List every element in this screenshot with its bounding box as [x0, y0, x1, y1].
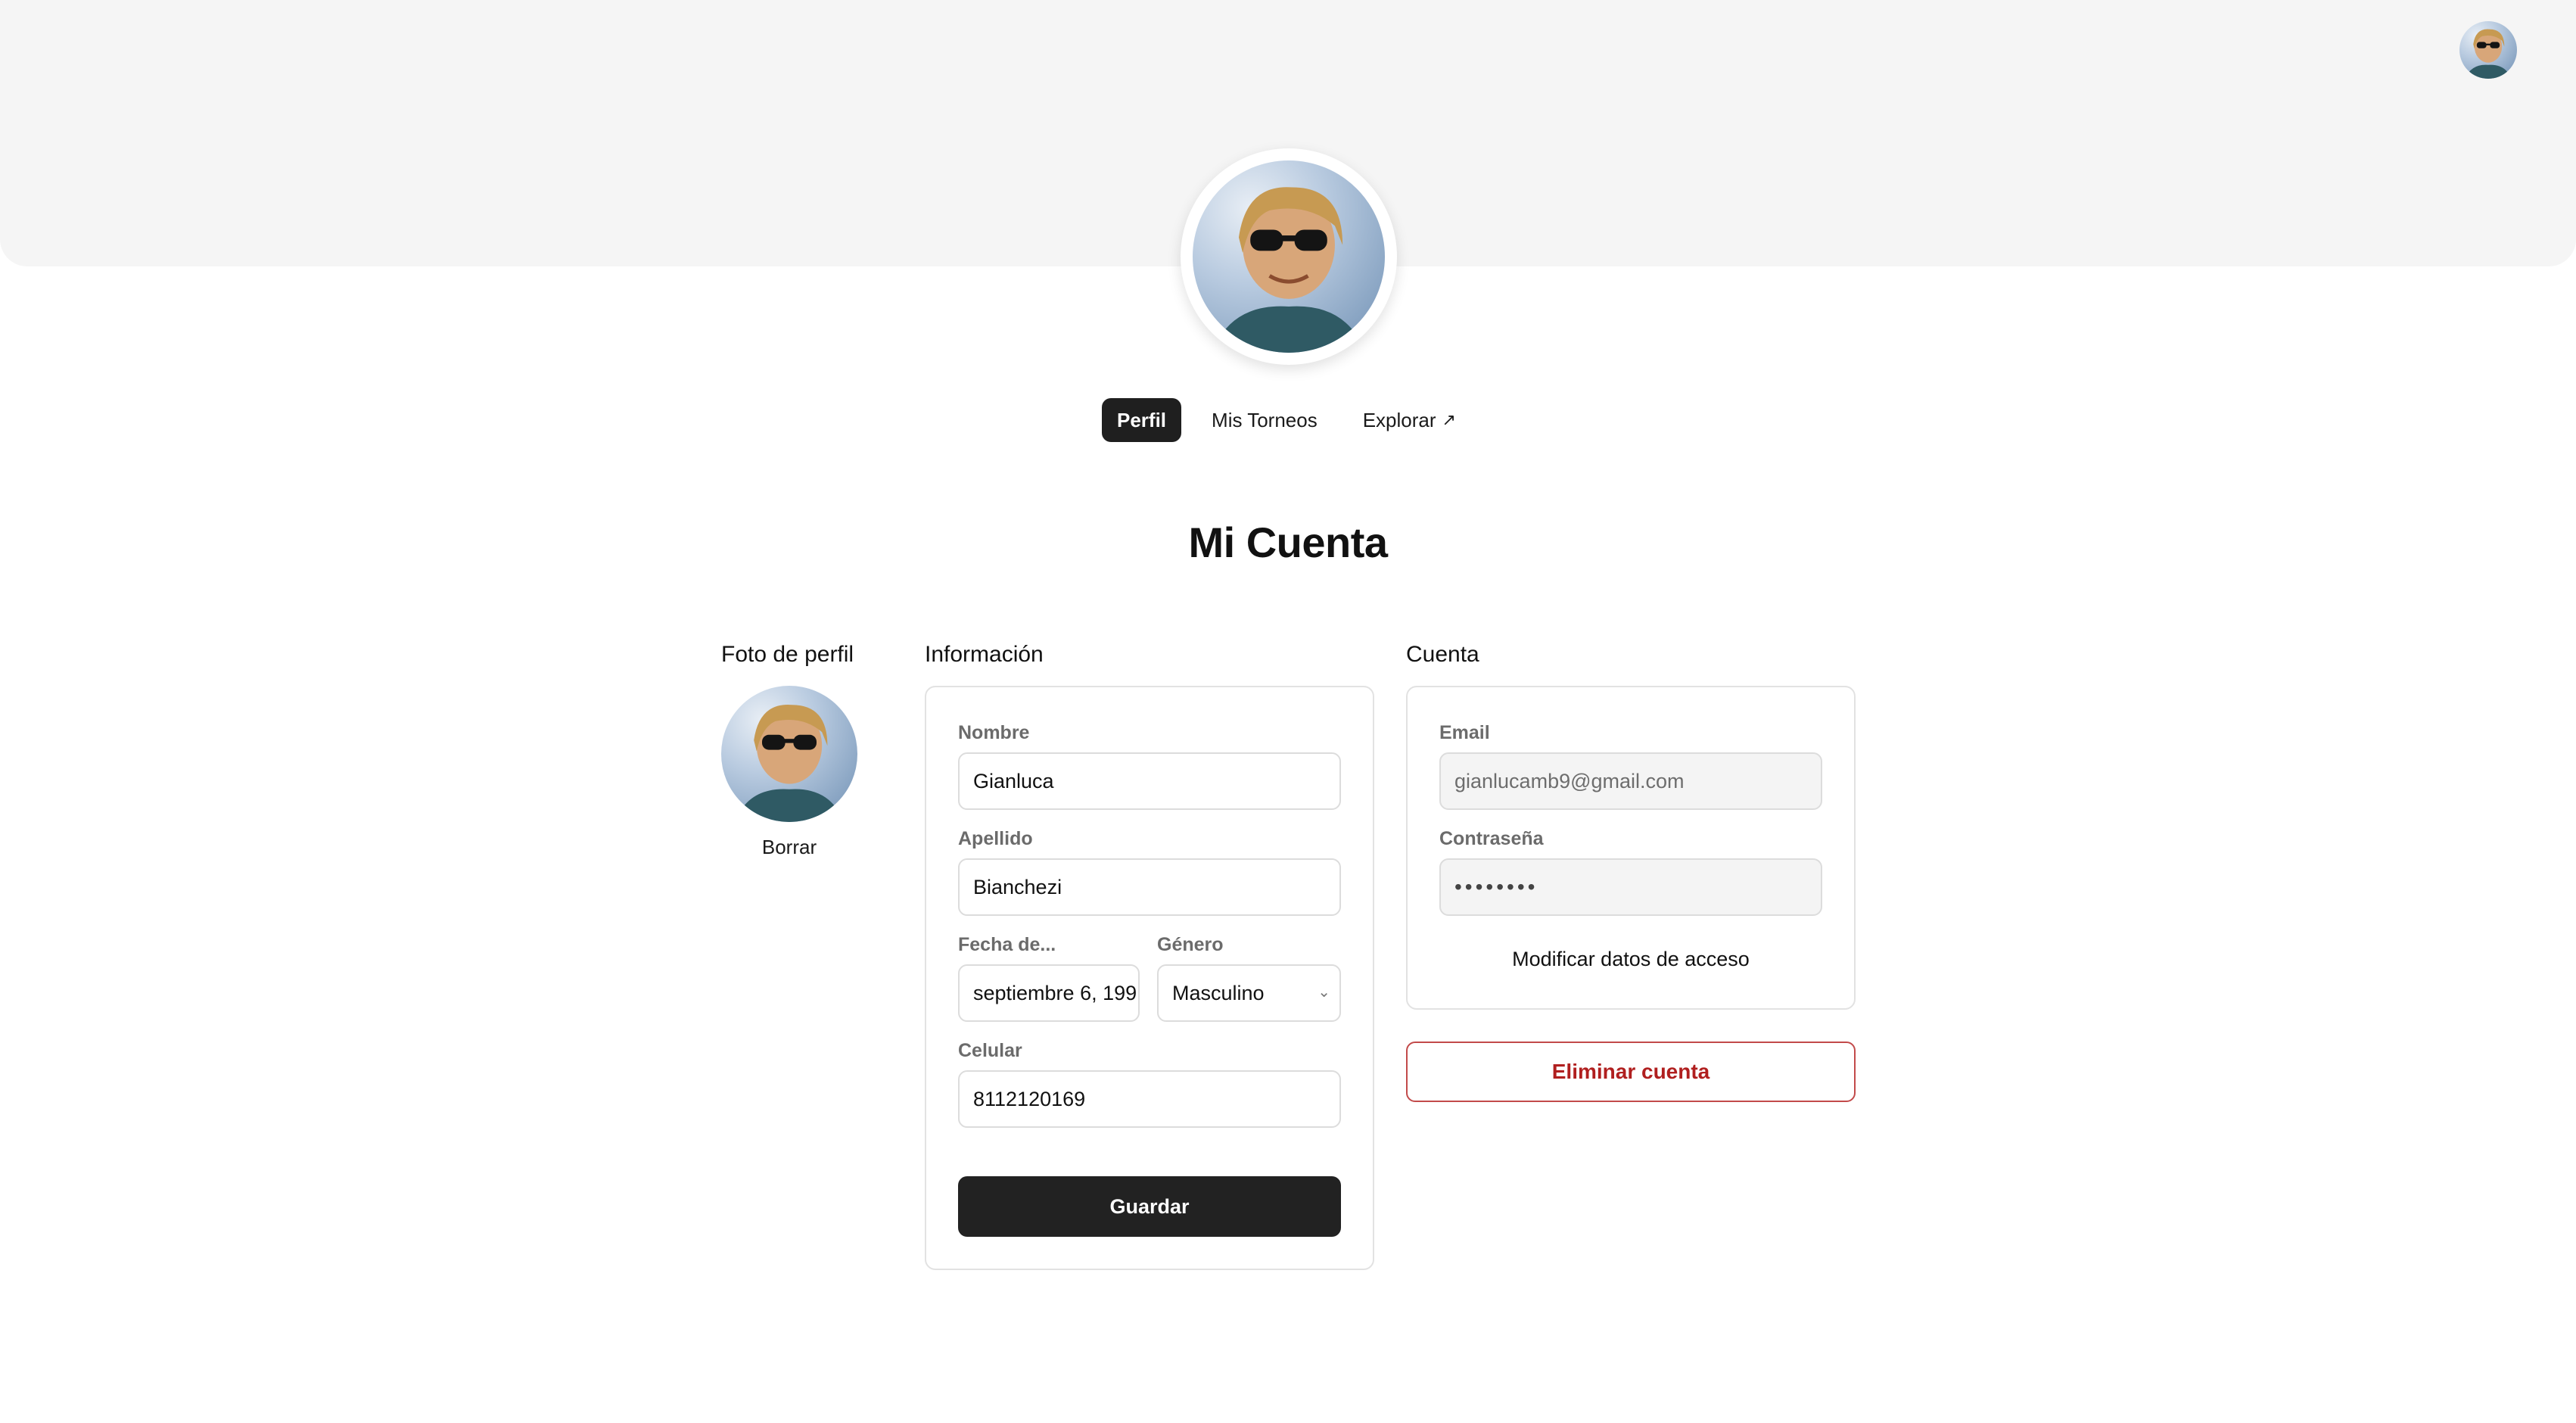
phone-value: 8112120169 — [973, 1087, 1086, 1110]
tab-explorar[interactable]: Explorar ↗ — [1348, 398, 1471, 442]
hero-avatar — [1193, 160, 1385, 353]
last-name-value: Bianchezi — [973, 875, 1062, 898]
modify-access-link[interactable]: Modificar datos de acceso — [1406, 948, 1856, 971]
person-photo-icon — [2465, 29, 2512, 79]
info-section-title: Información — [925, 642, 1044, 667]
password-label: Contraseña — [1439, 828, 1544, 849]
delete-photo-button[interactable]: Borrar — [721, 836, 857, 859]
delete-account-label: Eliminar cuenta — [1551, 1060, 1710, 1083]
save-button[interactable]: Guardar — [958, 1176, 1341, 1237]
email-label: Email — [1439, 722, 1490, 743]
gender-label: Género — [1157, 934, 1224, 955]
first-name-field[interactable]: Gianluca — [958, 752, 1341, 810]
profile-tabs: Perfil Mis Torneos Explorar ↗ — [1102, 398, 1486, 442]
chevron-down-icon: ⌄ — [1318, 984, 1330, 1001]
account-section-title: Cuenta — [1406, 642, 1479, 667]
delete-account-button[interactable]: Eliminar cuenta — [1406, 1042, 1856, 1102]
person-photo-icon — [735, 704, 844, 822]
phone-field[interactable]: 8112120169 — [958, 1070, 1341, 1128]
password-value: •••••••• — [1454, 875, 1538, 898]
photo-section-title: Foto de perfil — [721, 642, 854, 667]
first-name-value: Gianluca — [973, 769, 1054, 792]
tab-label: Perfil — [1117, 408, 1167, 431]
email-field[interactable]: gianlucamb9@gmail.com — [1439, 752, 1822, 810]
phone-label: Celular — [958, 1040, 1022, 1061]
gender-value: Masculino — [1172, 981, 1265, 1004]
birth-date-label: Fecha de... — [958, 934, 1056, 955]
person-photo-icon — [1212, 187, 1366, 353]
save-button-label: Guardar — [1109, 1194, 1190, 1218]
birth-date-value: septiembre 6, 199 — [973, 981, 1137, 1004]
birth-date-field[interactable]: septiembre 6, 199 — [958, 964, 1140, 1022]
password-field[interactable]: •••••••• — [1439, 858, 1822, 916]
arrow-up-right-icon: ↗ — [1442, 410, 1456, 429]
tab-label: Explorar — [1362, 408, 1436, 431]
tab-mis-torneos[interactable]: Mis Torneos — [1196, 398, 1333, 442]
email-value: gianlucamb9@gmail.com — [1454, 769, 1685, 792]
last-name-field[interactable]: Bianchezi — [958, 858, 1341, 916]
gender-select[interactable]: Masculino ⌄ — [1157, 964, 1341, 1022]
tab-label: Mis Torneos — [1212, 408, 1318, 431]
first-name-label: Nombre — [958, 722, 1030, 743]
profile-photo[interactable] — [721, 686, 857, 822]
last-name-label: Apellido — [958, 828, 1033, 849]
page-title: Mi Cuenta — [1188, 518, 1388, 566]
user-avatar-button[interactable] — [2459, 21, 2517, 79]
tab-perfil[interactable]: Perfil — [1102, 398, 1182, 442]
